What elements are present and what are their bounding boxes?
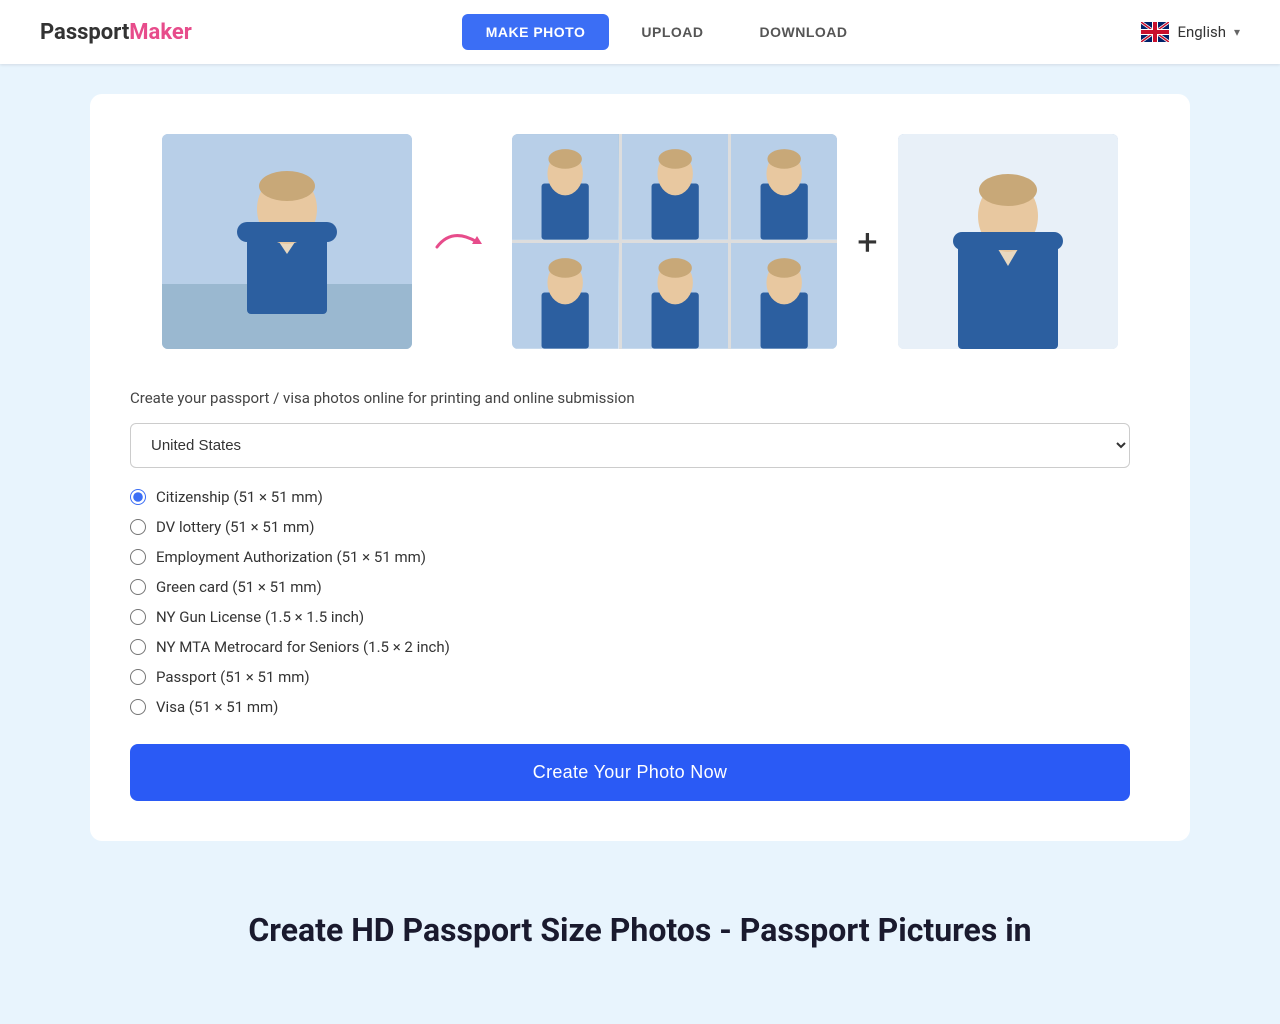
radio-label-visa: Visa (51 × 51 mm) — [156, 698, 278, 716]
single-photo — [898, 134, 1118, 349]
arrow-indicator — [432, 222, 492, 262]
grid-cell-2 — [622, 134, 728, 240]
radio-item-dv_lottery[interactable]: DV lottery (51 × 51 mm) — [130, 518, 1130, 536]
language-label: English — [1177, 23, 1226, 41]
upload-button[interactable]: UPLOAD — [617, 14, 727, 50]
person-silhouette-original — [162, 134, 412, 349]
content-card: + Create your passport / visa photos o — [90, 94, 1190, 841]
download-button[interactable]: DOWNLOAD — [736, 14, 872, 50]
logo-maker-text: Maker — [129, 20, 192, 45]
grid-cell-6 — [731, 243, 837, 349]
radio-passport[interactable] — [130, 669, 146, 685]
logo-passport-text: Passport — [40, 20, 129, 45]
country-select[interactable]: United StatesUnited KingdomCanadaAustral… — [130, 423, 1130, 468]
main-nav: MAKE PHOTO UPLOAD DOWNLOAD — [462, 14, 872, 50]
logo[interactable]: PassportMaker — [40, 20, 192, 45]
radio-employment_auth[interactable] — [130, 549, 146, 565]
radio-item-employment_auth[interactable]: Employment Authorization (51 × 51 mm) — [130, 548, 1130, 566]
person-illustration — [162, 134, 412, 349]
make-photo-button[interactable]: MAKE PHOTO — [462, 14, 610, 50]
radio-green_card[interactable] — [130, 579, 146, 595]
grid-cell-3 — [731, 134, 837, 240]
create-photo-button[interactable]: Create Your Photo Now — [130, 744, 1130, 801]
person-silhouette-single — [898, 134, 1118, 349]
radio-item-passport[interactable]: Passport (51 × 51 mm) — [130, 668, 1130, 686]
radio-label-passport: Passport (51 × 51 mm) — [156, 668, 310, 686]
photo-grid — [512, 134, 837, 349]
grid-cell-5 — [622, 243, 728, 349]
main-content: + Create your passport / visa photos o — [0, 64, 1280, 871]
radio-visa[interactable] — [130, 699, 146, 715]
radio-ny_mta[interactable] — [130, 639, 146, 655]
radio-item-visa[interactable]: Visa (51 × 51 mm) — [130, 698, 1130, 716]
grid-cell-4 — [512, 243, 618, 349]
radio-label-dv_lottery: DV lottery (51 × 51 mm) — [156, 518, 315, 536]
radio-citizenship[interactable] — [130, 489, 146, 505]
radio-item-ny_mta[interactable]: NY MTA Metrocard for Seniors (1.5 × 2 in… — [130, 638, 1130, 656]
grid-cell-1 — [512, 134, 618, 240]
arrow-icon — [432, 222, 492, 262]
radio-label-ny_gun_license: NY Gun License (1.5 × 1.5 inch) — [156, 608, 364, 626]
bottom-heading: Create HD Passport Size Photos - Passpor… — [0, 871, 1280, 969]
photo-type-radio-group: Citizenship (51 × 51 mm) DV lottery (51 ×… — [130, 488, 1130, 716]
radio-label-ny_mta: NY MTA Metrocard for Seniors (1.5 × 2 in… — [156, 638, 450, 656]
form-section: Create your passport / visa photos onlin… — [130, 389, 1130, 801]
hero-images-section: + — [130, 134, 1150, 349]
radio-item-citizenship[interactable]: Citizenship (51 × 51 mm) — [130, 488, 1130, 506]
person-illustration-single — [898, 134, 1118, 349]
radio-ny_gun_license[interactable] — [130, 609, 146, 625]
chevron-down-icon: ▾ — [1234, 25, 1240, 39]
original-photo — [162, 134, 412, 349]
header: PassportMaker MAKE PHOTO UPLOAD DOWNLOAD… — [0, 0, 1280, 64]
radio-label-employment_auth: Employment Authorization (51 × 51 mm) — [156, 548, 426, 566]
radio-item-green_card[interactable]: Green card (51 × 51 mm) — [130, 578, 1130, 596]
radio-item-ny_gun_license[interactable]: NY Gun License (1.5 × 1.5 inch) — [130, 608, 1130, 626]
language-selector[interactable]: English ▾ — [1141, 22, 1240, 42]
form-subtitle: Create your passport / visa photos onlin… — [130, 389, 1130, 407]
radio-label-green_card: Green card (51 × 51 mm) — [156, 578, 322, 596]
plus-icon: + — [857, 221, 877, 263]
flag-icon — [1141, 22, 1169, 42]
radio-dv_lottery[interactable] — [130, 519, 146, 535]
radio-label-citizenship: Citizenship (51 × 51 mm) — [156, 488, 323, 506]
